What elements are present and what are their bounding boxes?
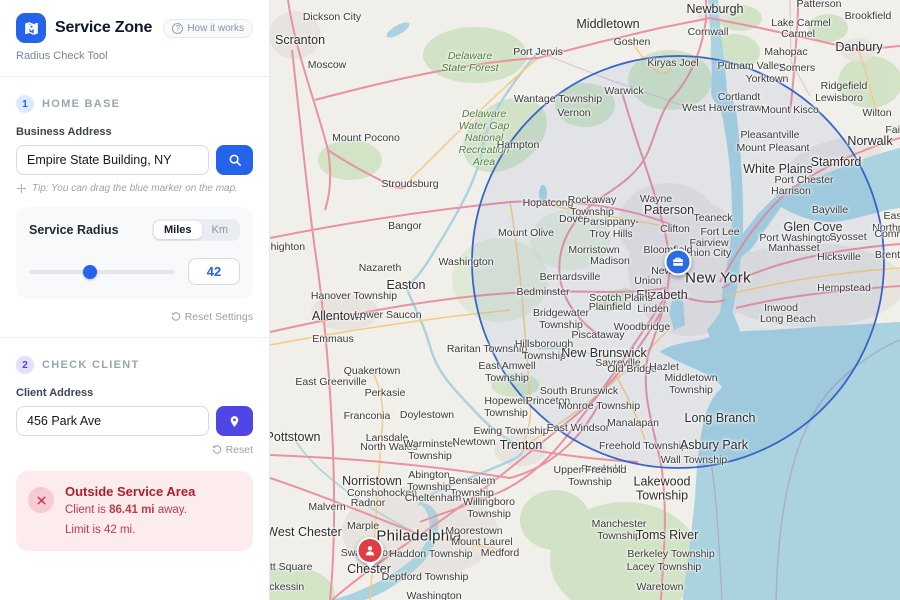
section-home-base: 1 HOME BASE [16,95,253,113]
unit-km-option[interactable]: Km [202,221,239,239]
brand-header: Service Zone ? How it works [16,13,253,43]
client-address-label: Client Address [16,387,253,399]
app-subtitle: Radius Check Tool [16,50,253,62]
briefcase-icon [672,256,685,269]
map-viewport[interactable]: Dickson CityScrantonMoscowMount PoconoLe… [270,0,900,600]
reset-icon [171,312,181,322]
sidebar: Service Zone ? How it works Radius Check… [0,0,270,600]
drag-tip: Tip: You can drag the blue marker on the… [16,183,253,194]
question-icon: ? [172,23,183,34]
reset-icon [212,445,222,455]
move-icon [16,183,27,194]
search-icon [228,153,242,167]
radius-slider[interactable] [29,265,175,279]
slider-thumb[interactable] [83,265,97,279]
radius-value-input[interactable] [188,258,240,285]
map-icon [23,20,40,37]
result-status: Outside Service Area [65,484,195,499]
step-2-badge: 2 [16,356,34,374]
service-zone-app: Service Zone ? How it works Radius Check… [0,0,900,600]
location-pin-icon [228,415,241,428]
unit-miles-option[interactable]: Miles [154,221,202,239]
slider-track[interactable] [29,270,175,274]
map-canvas [270,0,900,600]
distance-value: 86.41 mi [109,504,154,516]
service-radius-card: Service Radius Miles Km [16,207,253,299]
error-circle [28,487,54,513]
unit-toggle: Miles Km [152,219,240,241]
section-title-check-client: CHECK CLIENT [42,359,140,371]
person-icon [364,544,377,557]
business-address-label: Business Address [16,126,253,138]
divider [0,76,269,77]
result-distance-line: Client is 86.41 mi away. [65,503,195,519]
app-logo [16,13,46,43]
how-it-works-button[interactable]: ? How it works [163,19,253,38]
app-title: Service Zone [55,19,152,37]
reset-settings-link[interactable]: Reset Settings [171,311,253,323]
section-check-client: 2 CHECK CLIENT [16,356,253,374]
client-address-input[interactable] [16,406,209,436]
client-marker [357,537,384,569]
locate-client-button[interactable] [216,406,253,436]
step-1-badge: 1 [16,95,34,113]
section-title-home-base: HOME BASE [42,98,120,110]
service-radius-title: Service Radius [29,223,119,237]
x-icon [36,495,47,506]
marker-tail [365,562,375,569]
result-panel-outside-area: Outside Service Area Client is 86.41 mi … [16,471,253,551]
home-base-marker[interactable] [665,249,692,276]
business-address-input[interactable] [16,145,209,175]
reset-client-link[interactable]: Reset [212,444,253,456]
search-button[interactable] [216,145,253,175]
divider [0,337,269,338]
result-limit-line: Limit is 42 mi. [65,523,195,539]
